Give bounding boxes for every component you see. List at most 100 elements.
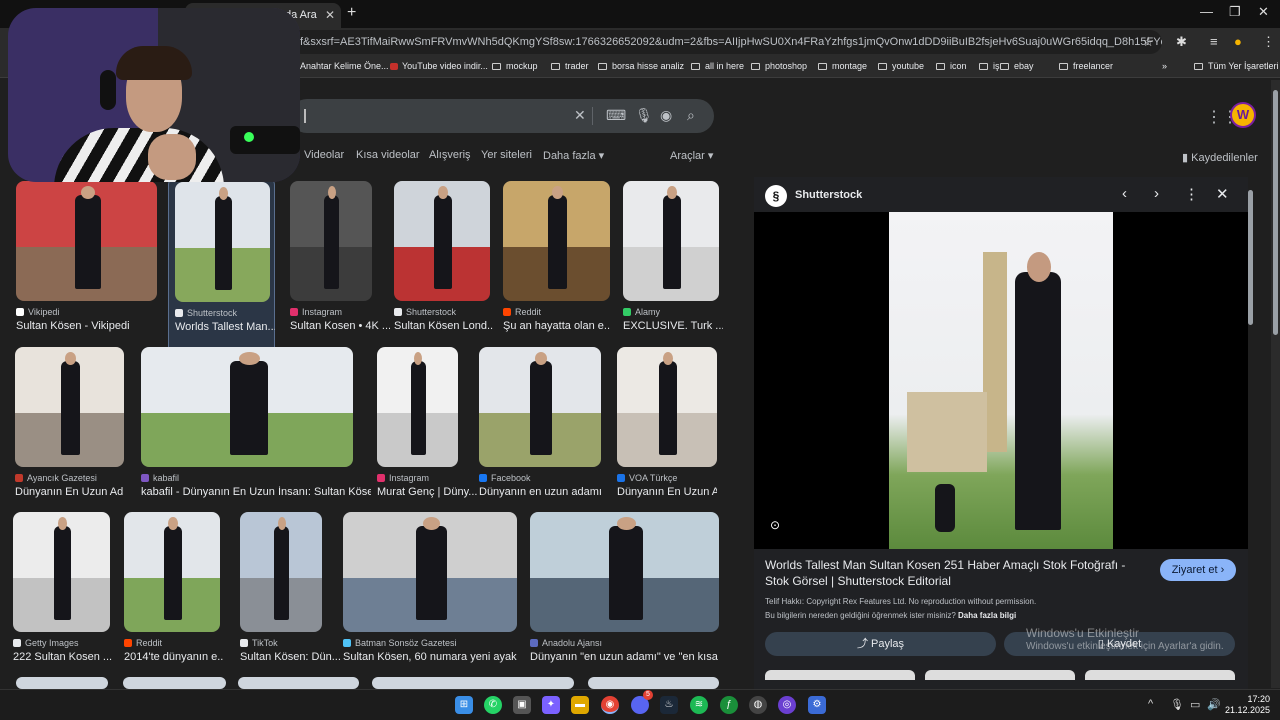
- image-result[interactable]: Anadolu Ajansı Dünyanın "en uzun adamı" v…: [530, 512, 719, 682]
- bookmark-item[interactable]: iş: [979, 61, 1000, 71]
- image-result[interactable]: Facebook Dünyanın en uzun adamı...: [479, 347, 601, 517]
- bookmark-item[interactable]: mockup: [492, 61, 538, 71]
- bookmark-item[interactable]: Anahtar Kelime Öne...: [300, 61, 389, 71]
- result-thumbnail[interactable]: [343, 512, 517, 632]
- image-result[interactable]: Shutterstock Worlds Tallest Man...: [168, 177, 275, 355]
- result-source[interactable]: Vikipedi: [16, 307, 59, 317]
- whatsapp-icon[interactable]: ✆: [484, 696, 502, 714]
- tray-display-icon[interactable]: ▭: [1190, 698, 1200, 711]
- image-result[interactable]: Instagram Sultan Kosen • 4K ...: [290, 181, 390, 351]
- image-result[interactable]: Reddit Şu an hayatta olan e...: [503, 181, 610, 351]
- filter-more[interactable]: Daha fazla ▾: [543, 149, 604, 162]
- tools-menu[interactable]: Araçlar ▾: [670, 149, 713, 162]
- copilot-icon[interactable]: ✦: [542, 696, 560, 714]
- page-scroll-thumb[interactable]: [1273, 90, 1278, 335]
- result-title[interactable]: 222 Sultan Kosen ...: [13, 651, 113, 663]
- address-bar[interactable]: f&sxsrf=AE3TifMaiRwwSmFRVmvWNh5dQKmgYSf8…: [290, 30, 1162, 54]
- visit-button[interactable]: Ziyaret et ›: [1160, 559, 1236, 581]
- filter-web[interactable]: Yer siteleri: [481, 149, 532, 161]
- result-source[interactable]: Getty Images: [13, 638, 79, 648]
- result-title[interactable]: Murat Genç | Düny...: [377, 486, 477, 498]
- new-tab-icon[interactable]: +: [347, 4, 356, 22]
- store-icon[interactable]: ▣: [513, 696, 531, 714]
- result-title[interactable]: Şu an hayatta olan e...: [503, 320, 610, 332]
- tab-close-icon[interactable]: ✕: [325, 8, 335, 22]
- bookmark-item[interactable]: icon: [936, 61, 967, 71]
- search-input[interactable]: ✕ ⌨ 🎙 ◉ ⌕: [290, 99, 714, 133]
- filter-short-videos[interactable]: Kısa videolar: [356, 149, 420, 161]
- result-thumbnail[interactable]: [13, 512, 110, 632]
- result-thumbnail[interactable]: [175, 182, 270, 302]
- more-options-icon[interactable]: ⋮: [1184, 185, 1199, 203]
- result-title[interactable]: Sultan Kösen, 60 numara yeni ayakk...: [343, 651, 517, 663]
- related-image[interactable]: [765, 670, 915, 680]
- image-result[interactable]: kabafil kabafil - Dünyanın En Uzun İnsanı…: [141, 347, 371, 517]
- learn-more-link[interactable]: Daha fazla bilgi: [958, 611, 1016, 620]
- result-source[interactable]: Alamy: [623, 307, 660, 317]
- file-explorer-icon[interactable]: ▬: [571, 696, 589, 714]
- result-thumbnail[interactable]: [588, 677, 719, 689]
- bookmark-star-icon[interactable]: ☆: [1142, 34, 1154, 50]
- media-controls-icon[interactable]: ≡: [1210, 34, 1218, 49]
- image-result[interactable]: Alamy EXCLUSIVE. Turk ...: [623, 181, 723, 351]
- image-result[interactable]: Vikipedi Sultan Kösen - Vikipedi: [16, 181, 157, 351]
- discord-icon[interactable]: 5: [631, 690, 653, 714]
- result-source[interactable]: Shutterstock: [175, 308, 237, 318]
- result-thumbnail[interactable]: [503, 181, 610, 301]
- result-title[interactable]: Worlds Tallest Man...: [175, 321, 275, 333]
- result-thumbnail[interactable]: [16, 181, 157, 301]
- result-thumbnail[interactable]: [238, 677, 359, 689]
- settings-icon[interactable]: ⚙: [808, 696, 826, 714]
- chrome-icon[interactable]: ◉: [601, 696, 619, 714]
- volume-icon[interactable]: 🔊: [1207, 698, 1221, 711]
- result-thumbnail[interactable]: [530, 512, 719, 632]
- tray-mic-icon[interactable]: 🎙: [1170, 698, 1184, 711]
- avatar[interactable]: W: [1230, 102, 1256, 128]
- bookmark-item[interactable]: ebay: [1000, 61, 1034, 71]
- keyboard-icon[interactable]: ⌨: [606, 107, 626, 124]
- result-thumbnail[interactable]: [290, 181, 372, 301]
- image-result[interactable]: Instagram Murat Genç | Düny...: [377, 347, 477, 517]
- result-title[interactable]: Sultan Kösen: Dün...: [240, 651, 340, 663]
- image-result[interactable]: Ayancık Gazetesi Dünyanın En Uzun Ad...: [15, 347, 124, 517]
- result-source[interactable]: Reddit: [124, 638, 162, 648]
- clear-search-icon[interactable]: ✕: [574, 107, 586, 124]
- result-thumbnail[interactable]: [124, 512, 220, 632]
- bookmark-item[interactable]: YouTube video indir...: [390, 61, 488, 71]
- close-icon[interactable]: ✕: [1216, 185, 1229, 203]
- result-source[interactable]: Instagram: [377, 473, 429, 483]
- result-source[interactable]: VOA Türkçe: [617, 473, 677, 483]
- page-scrollbar[interactable]: [1271, 80, 1280, 688]
- result-title[interactable]: EXCLUSIVE. Turk ...: [623, 320, 723, 332]
- saved-link[interactable]: ▮ Kaydedilenler: [1182, 151, 1258, 164]
- preview-image[interactable]: [889, 212, 1113, 549]
- result-title[interactable]: kabafil - Dünyanın En Uzun İnsanı: Sulta…: [141, 486, 371, 498]
- result-thumbnail[interactable]: [123, 677, 226, 689]
- result-thumbnail[interactable]: [623, 181, 719, 301]
- menu-kebab-icon[interactable]: ⋮: [1262, 34, 1275, 50]
- result-title[interactable]: Dünyanın En Uzun Ad...: [15, 486, 124, 498]
- panel-site-name[interactable]: Shutterstock: [795, 189, 862, 201]
- lens-search-icon[interactable]: ⊙: [770, 518, 780, 532]
- result-source[interactable]: Batman Sonsöz Gazetesi: [343, 638, 457, 648]
- result-title[interactable]: Sultan Kosen • 4K ...: [290, 320, 390, 332]
- result-source[interactable]: Facebook: [479, 473, 531, 483]
- result-thumbnail[interactable]: [141, 347, 353, 467]
- lens-icon[interactable]: ◉: [660, 107, 672, 124]
- bookmark-item[interactable]: youtube: [878, 61, 924, 71]
- panel-scroll-thumb[interactable]: [1248, 190, 1253, 325]
- image-result[interactable]: VOA Türkçe Dünyanın En Uzun A...: [617, 347, 717, 517]
- steam-icon[interactable]: ♨: [660, 696, 678, 714]
- result-source[interactable]: kabafil: [141, 473, 179, 483]
- result-title[interactable]: Dünyanın En Uzun A...: [617, 486, 717, 498]
- result-source[interactable]: Ayancık Gazetesi: [15, 473, 97, 483]
- panel-scrollbar[interactable]: [1248, 180, 1254, 670]
- result-title[interactable]: Sultan Kösen - Vikipedi: [16, 320, 157, 332]
- bookmark-item[interactable]: montage: [818, 61, 867, 71]
- result-source[interactable]: Instagram: [290, 307, 342, 317]
- previous-icon[interactable]: ‹: [1122, 185, 1127, 202]
- result-thumbnail[interactable]: [372, 677, 574, 689]
- result-thumbnail[interactable]: [15, 347, 124, 467]
- share-button[interactable]: ⤴ Paylaş: [765, 632, 996, 656]
- related-image[interactable]: [1085, 670, 1235, 680]
